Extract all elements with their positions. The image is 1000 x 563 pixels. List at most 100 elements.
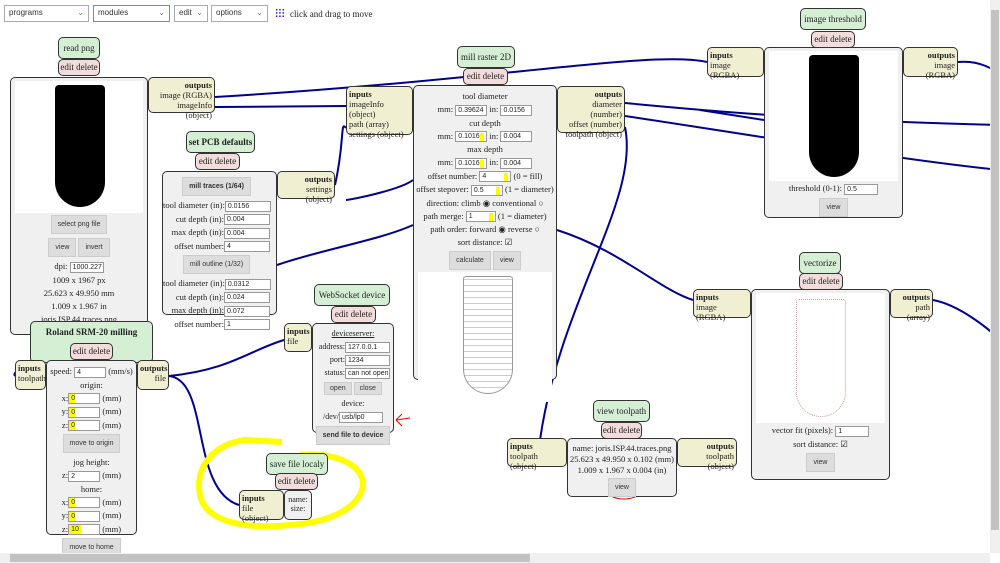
input-port[interactable]: image (RGBA) (696, 302, 748, 322)
edit-delete-button[interactable]: edit delete (70, 343, 113, 360)
vectorize-title[interactable]: vectorize (799, 252, 841, 274)
set-pcb-defaults-title[interactable]: set PCB defaults (186, 131, 255, 153)
offset-number-input[interactable]: 4 (479, 171, 512, 183)
origin-y-input[interactable]: 0 (68, 406, 101, 418)
view-toolpath-title[interactable]: view toolpath (593, 400, 650, 422)
home-z-input[interactable]: 10 (68, 524, 101, 536)
output-port[interactable]: path (array) (893, 302, 930, 322)
invert-button[interactable]: invert (78, 238, 110, 257)
vector-fit-input[interactable]: 1 (835, 425, 870, 437)
move-hint: click and drag to move (290, 9, 373, 19)
output-port[interactable]: file (140, 373, 166, 383)
output-port[interactable]: toolpath (object) (680, 451, 734, 471)
edit-delete-button[interactable]: edit delete (799, 273, 843, 290)
websocket-title[interactable]: WebSocket device (314, 284, 390, 306)
programs-menu[interactable]: programs ⌄ (4, 5, 89, 22)
edit-delete-button[interactable]: edit delete (463, 68, 508, 85)
options-menu[interactable]: options ⌄ (211, 5, 268, 22)
dpi-input[interactable]: 1000.227 (69, 261, 104, 273)
sort-distance-checkbox[interactable]: ☑ (505, 237, 513, 247)
image-threshold-title[interactable]: image threshold (800, 8, 866, 30)
tool-diameter-input[interactable]: 0.0312 (224, 278, 271, 290)
path-merge-input[interactable]: 1 (465, 211, 496, 223)
view-button[interactable]: view (48, 238, 77, 257)
save-file-title[interactable]: save file localy (266, 453, 328, 475)
input-port[interactable]: toolpath (object) (510, 451, 564, 471)
edit-delete-button[interactable]: edit delete (811, 31, 855, 48)
max-depth-in-input[interactable]: 0.004 (500, 157, 533, 169)
address-input[interactable]: 127.0.0.1 (345, 341, 390, 353)
pcb-outputs: outputs settings (object) (277, 171, 335, 204)
tool-diameter-mm-input[interactable]: 0.39624 (455, 104, 488, 116)
cut-depth-input[interactable]: 0.004 (224, 214, 270, 226)
size-in: 1.009 x 1.967 in (51, 300, 107, 311)
home-x-input[interactable]: 0 (68, 497, 101, 509)
calculate-button[interactable]: calculate (449, 251, 491, 271)
move-grid-icon[interactable] (275, 8, 285, 18)
view-button[interactable]: view (819, 197, 848, 217)
output-port[interactable]: toolpath (object) (560, 129, 622, 139)
output-port[interactable]: diameter (number) (560, 99, 622, 119)
modules-menu[interactable]: modules ⌄ (93, 5, 170, 22)
open-button[interactable]: open (324, 382, 352, 395)
input-port[interactable]: settings (object) (349, 129, 410, 139)
cut-depth-mm-input[interactable]: 0.1016 (455, 131, 488, 143)
send-file-button[interactable]: send file to device (315, 426, 391, 445)
horizontal-scrollbar[interactable] (0, 553, 990, 563)
origin-z-input[interactable]: 0 (68, 420, 101, 432)
device-input[interactable]: usb/lp0 (339, 411, 383, 423)
read-png-title[interactable]: read png (58, 37, 100, 59)
sort-distance-checkbox[interactable]: ☑ (840, 439, 848, 449)
view-button[interactable]: view (492, 251, 521, 271)
input-port[interactable]: toolpath (18, 373, 46, 383)
tool-diameter-in-input[interactable]: 0.0156 (500, 104, 533, 116)
offset-number-input[interactable]: 1 (224, 319, 270, 331)
input-port[interactable]: file (287, 336, 309, 346)
cut-depth-input[interactable]: 0.024 (224, 292, 270, 304)
websocket-module: deviceserver: address: 127.0.0.1 port: 123… (312, 323, 394, 445)
home-y-input[interactable]: 0 (68, 510, 101, 522)
mill-outline-button[interactable]: mill outline (1/32) (182, 255, 251, 275)
vertical-scrollbar[interactable] (990, 0, 1000, 553)
output-port[interactable]: settings (object) (280, 184, 332, 204)
max-depth-input[interactable]: 0.004 (224, 227, 270, 239)
speed-input[interactable]: 4 (74, 366, 107, 378)
max-depth-input[interactable]: 0.072 (224, 305, 270, 317)
input-port[interactable]: imageInfo (object) (349, 99, 410, 119)
cut-depth-in-input[interactable]: 0.004 (500, 131, 533, 143)
origin-x-input[interactable]: 0 (68, 393, 101, 405)
edit-delete-button[interactable]: edit delete (195, 153, 240, 170)
select-png-button[interactable]: select png file (50, 215, 108, 234)
climb-radio[interactable]: ◉ (483, 198, 490, 208)
port-input[interactable]: 1234 (345, 354, 390, 366)
tool-diameter-input[interactable]: 0.0156 (224, 200, 271, 212)
move-to-origin-button[interactable]: move to origin (62, 434, 121, 454)
output-port[interactable]: image (RGBA) (151, 90, 212, 100)
view-button[interactable]: view (806, 452, 835, 472)
dpi-label: dpi: (54, 261, 68, 271)
input-port[interactable]: path (array) (349, 119, 410, 129)
mill-traces-button[interactable]: mill traces (1/64) (182, 177, 251, 196)
offset-number-input[interactable]: 4 (224, 241, 270, 253)
view-button[interactable]: view (607, 478, 636, 497)
input-port[interactable]: file (object) (242, 503, 281, 523)
forward-radio[interactable]: ◉ (498, 224, 505, 234)
conventional-radio[interactable]: ○ (538, 198, 543, 208)
max-depth-mm-input[interactable]: 0.1016 (455, 157, 488, 169)
output-port[interactable]: imageInfo (object) (151, 100, 212, 120)
mill-raster-title[interactable]: mill raster 2D (457, 46, 515, 68)
edit-delete-button[interactable]: edit delete (275, 473, 318, 490)
threshold-preview-image (769, 51, 898, 181)
edit-delete-button[interactable]: edit delete (601, 422, 642, 439)
offset-stepover-input[interactable]: 0.5 (470, 184, 503, 196)
close-button[interactable]: close (353, 382, 382, 395)
edit-delete-button[interactable]: edit delete (58, 59, 100, 76)
output-port[interactable]: image (RGBA) (906, 60, 955, 80)
edit-menu[interactable]: edit ⌄ (174, 5, 208, 22)
reverse-radio[interactable]: ○ (535, 224, 540, 234)
threshold-input[interactable]: 0.5 (844, 183, 879, 195)
output-port[interactable]: offset (number) (560, 119, 622, 129)
input-port[interactable]: image (RGBA) (710, 60, 761, 80)
edit-delete-button[interactable]: edit delete (331, 306, 376, 323)
jog-height-input[interactable]: 2 (68, 470, 101, 482)
